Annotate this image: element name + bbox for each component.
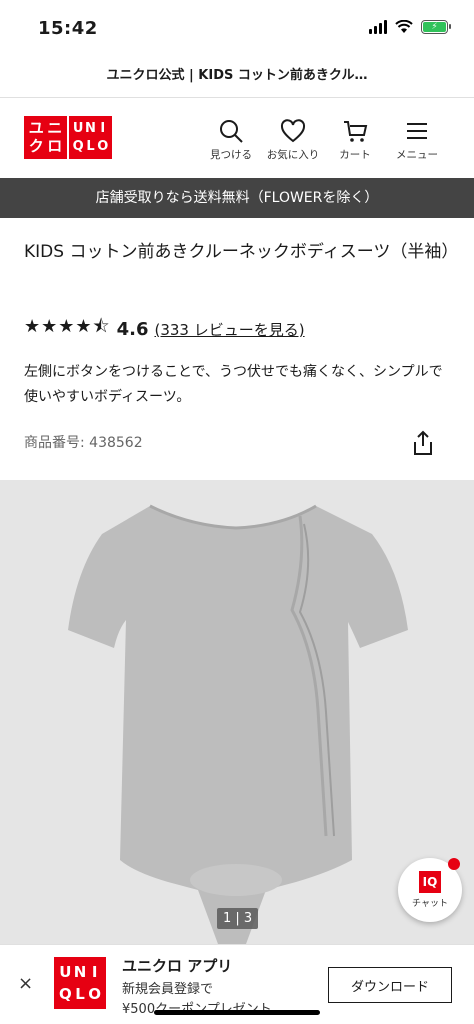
download-button[interactable]: ダウンロード <box>328 967 452 1003</box>
rating-value: 4.6 <box>116 318 149 340</box>
notification-dot <box>448 858 460 870</box>
nav-cart[interactable]: カート <box>324 118 386 162</box>
promo-banner[interactable]: 店舗受取りなら送料無料（FLOWERを除く） <box>0 178 474 218</box>
close-icon[interactable]: × <box>18 973 33 994</box>
menu-icon <box>407 123 427 139</box>
nav-menu[interactable]: メニュー <box>386 118 448 162</box>
share-icon[interactable] <box>412 430 434 456</box>
review-link[interactable]: (333 レビューを見る) <box>154 319 304 340</box>
logo-katakana-block: ユ ニ ク ロ <box>24 116 67 159</box>
app-name: ユニクロ アプリ <box>122 957 233 975</box>
search-icon <box>220 120 243 143</box>
uniqlo-logo[interactable]: ユ ニ ク ロ U N I Q L O <box>24 116 112 159</box>
header-nav: 見つける お気に入り カート メニュー <box>200 118 448 162</box>
product-title: KIDS コットン前あきクルーネックボディスーツ（半袖） <box>24 242 459 262</box>
signal-icon <box>369 20 387 34</box>
divider <box>0 97 474 98</box>
status-icons: ⚡ <box>369 20 451 34</box>
app-logo: U N I Q L O <box>54 957 106 1009</box>
nav-search-label: 見つける <box>210 149 252 161</box>
nav-cart-label: カート <box>339 149 371 161</box>
chat-button[interactable]: IQ チャット <box>398 858 462 922</box>
nav-menu-label: メニュー <box>396 149 438 161</box>
product-code: 商品番号: 438562 <box>24 435 143 451</box>
wifi-icon <box>395 20 413 33</box>
star-rating-icon: ★★★★⯪ <box>24 316 111 337</box>
app-description-line1: 新規会員登録で <box>122 982 214 997</box>
product-description: 左側にボタンをつけることで、うつ伏せでも痛くなく、シンプルで使いやすいボディスー… <box>24 364 443 405</box>
nav-favorites[interactable]: お気に入り <box>262 118 324 162</box>
rating-row: ★★★★⯪ 4.6 (333 レビューを見る) <box>24 314 305 344</box>
status-time: 15:42 <box>38 18 98 39</box>
browser-page-title: ユニクロ公式 | KIDS コットン前あきクル… <box>106 68 368 83</box>
iq-chat-icon: IQ <box>419 871 441 893</box>
cart-icon <box>344 121 368 142</box>
nav-search[interactable]: 見つける <box>200 118 262 162</box>
heart-icon <box>280 119 306 143</box>
chat-label: チャット <box>412 899 448 909</box>
logo-latin-block: U N I Q L O <box>69 116 112 159</box>
status-bar: 15:42 ⚡ <box>0 0 474 56</box>
nav-favorites-label: お気に入り <box>266 149 320 161</box>
gallery-page-indicator: 1 | 3 <box>217 908 259 929</box>
home-indicator[interactable] <box>154 1010 320 1015</box>
battery-charging-icon: ⚡ <box>421 20 451 34</box>
